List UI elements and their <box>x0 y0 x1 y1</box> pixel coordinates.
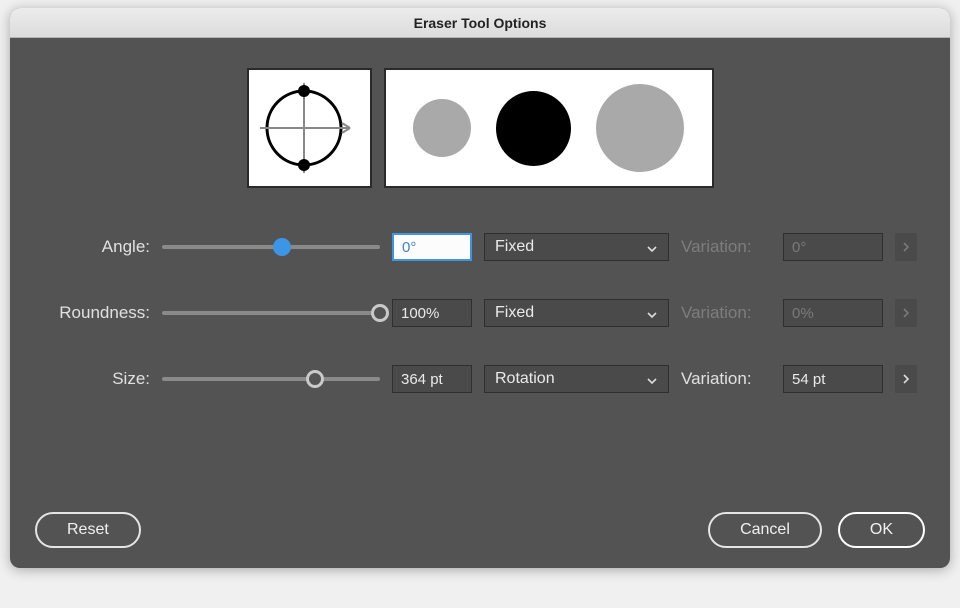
brush-sample-min-icon <box>413 99 471 157</box>
chevron-down-icon <box>646 308 658 326</box>
roundness-row: Roundness: Fixed Variation: <box>35 299 925 327</box>
controls-group: Angle: Fixed Variation: <box>35 233 925 393</box>
angle-mode-value: Fixed <box>495 238 534 256</box>
roundness-slider[interactable] <box>162 304 380 322</box>
angle-label: Angle: <box>35 237 150 257</box>
size-input[interactable] <box>392 365 472 393</box>
size-row: Size: Rotation Variation: <box>35 365 925 393</box>
brush-preview <box>384 68 714 188</box>
chevron-down-icon <box>646 374 658 392</box>
cancel-button[interactable]: Cancel <box>708 512 822 548</box>
angle-slider[interactable] <box>162 238 380 256</box>
angle-variation-input <box>783 233 883 261</box>
angle-input[interactable] <box>392 233 472 261</box>
angle-variation-stepper <box>895 233 917 261</box>
reset-button[interactable]: Reset <box>35 512 141 548</box>
size-slider[interactable] <box>162 370 380 388</box>
roundness-mode-value: Fixed <box>495 304 534 322</box>
angle-mode-dropdown[interactable]: Fixed <box>484 233 669 261</box>
dialog-titlebar[interactable]: Eraser Tool Options <box>10 8 950 38</box>
roundness-variation-input <box>783 299 883 327</box>
roundness-mode-dropdown[interactable]: Fixed <box>484 299 669 327</box>
roundness-label: Roundness: <box>35 303 150 323</box>
roundness-variation-stepper <box>895 299 917 327</box>
angle-preview[interactable] <box>247 68 372 188</box>
dialog-footer: Reset Cancel OK <box>35 487 925 548</box>
angle-diagram-icon <box>252 73 367 183</box>
angle-row: Angle: Fixed Variation: <box>35 233 925 261</box>
brush-sample-mid-icon <box>496 91 571 166</box>
dialog-body: Angle: Fixed Variation: <box>10 38 950 568</box>
size-variation-input[interactable] <box>783 365 883 393</box>
brush-sample-max-icon <box>596 84 684 172</box>
size-variation-stepper[interactable] <box>895 365 917 393</box>
dialog-title: Eraser Tool Options <box>414 15 547 31</box>
preview-row <box>35 68 925 188</box>
ok-button[interactable]: OK <box>838 512 925 548</box>
size-label: Size: <box>35 369 150 389</box>
size-variation-label: Variation: <box>681 369 771 389</box>
size-mode-value: Rotation <box>495 370 555 388</box>
dialog-window: Eraser Tool Options <box>10 8 950 568</box>
roundness-input[interactable] <box>392 299 472 327</box>
size-mode-dropdown[interactable]: Rotation <box>484 365 669 393</box>
angle-variation-label: Variation: <box>681 237 771 257</box>
chevron-down-icon <box>646 242 658 260</box>
roundness-variation-label: Variation: <box>681 303 771 323</box>
